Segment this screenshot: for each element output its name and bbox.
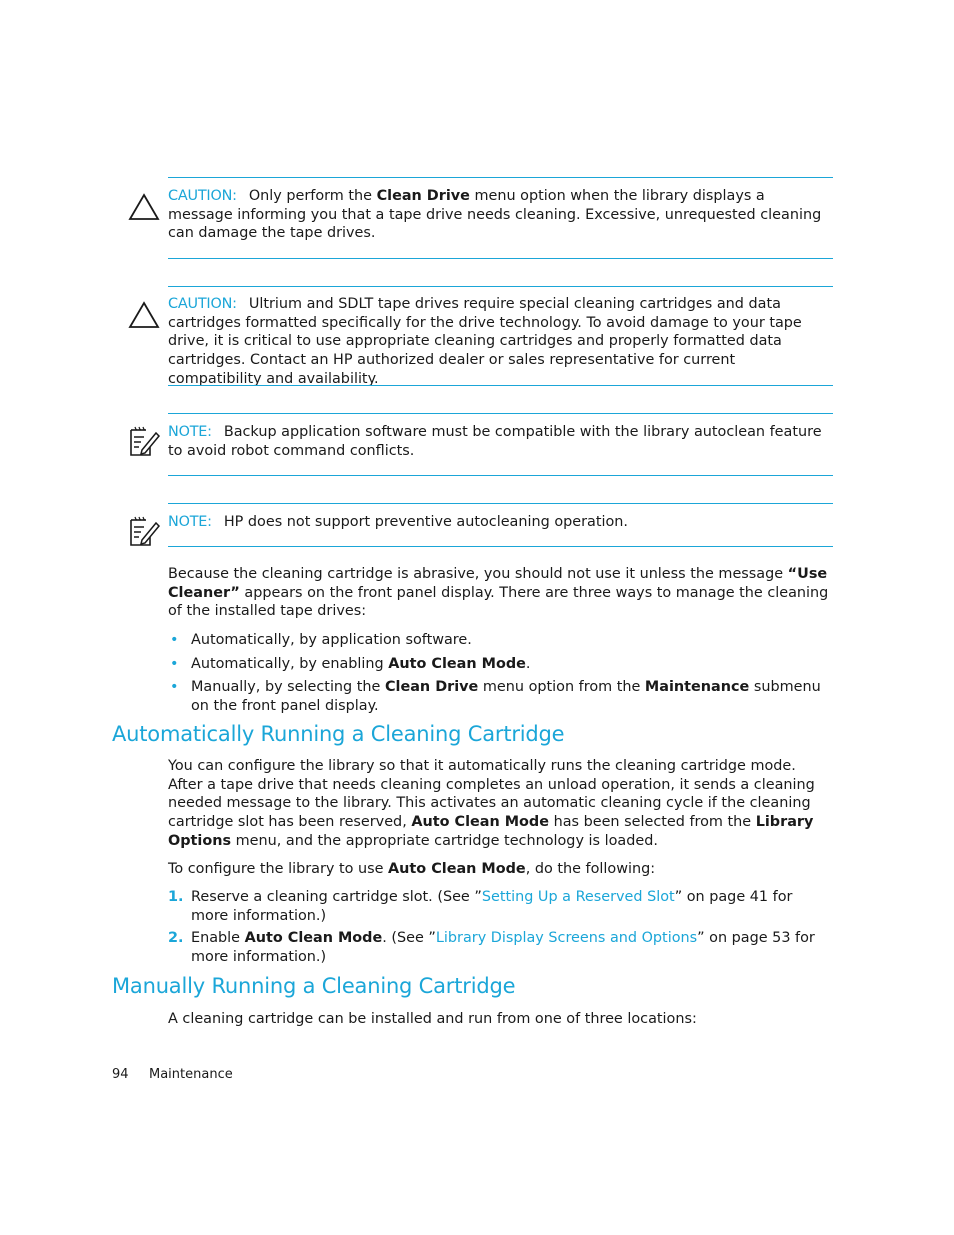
notice-top-rule	[168, 286, 833, 287]
cross-reference-link[interactable]: Library Display Screens and Options	[436, 930, 697, 946]
bold-term: Auto Clean Mode	[388, 655, 526, 672]
text-run: Automatically, by application software.	[191, 632, 472, 648]
notice-top-rule	[168, 503, 833, 504]
footer-section: Maintenance	[149, 1067, 233, 1082]
text-run: Manually, by selecting the	[191, 679, 385, 696]
configure-paragraph: To configure the library to use Auto Cle…	[168, 860, 833, 879]
text-run: HP does not support preventive autoclean…	[223, 514, 628, 530]
notice-top-rule	[168, 177, 833, 178]
text-run: has been selected from the	[549, 814, 756, 831]
notice-bottom-rule	[168, 385, 833, 386]
text-run: Ultrium and SDLT tape drives require spe…	[168, 296, 802, 387]
notice-bottom-rule	[168, 546, 833, 547]
step-item: 2. Enable Auto Clean Mode. (See ”Library …	[168, 929, 833, 966]
text-run: , do the following:	[525, 861, 656, 877]
bold-term: Clean Drive	[384, 679, 479, 696]
caution-triangle-icon	[128, 301, 160, 333]
text-run: . (See ”	[382, 930, 436, 947]
list-item: • Manually, by selecting the Clean Drive …	[168, 678, 833, 715]
intro-paragraph: Because the cleaning cartridge is abrasi…	[168, 565, 833, 621]
step-item: 1. Reserve a cleaning cartridge slot. (Se…	[168, 888, 833, 925]
notice-text: Backup application software must be comp…	[168, 424, 822, 459]
notice-bottom-rule	[168, 258, 833, 259]
manual-paragraph: A cleaning cartridge can be installed an…	[168, 1011, 697, 1027]
text-run: menu, and the appropriate cartridge tech…	[231, 832, 658, 849]
notice-text: Ultrium and SDLT tape drives require spe…	[168, 296, 802, 387]
cross-reference-link[interactable]: Setting Up a Reserved Slot	[482, 889, 675, 905]
bullet-icon: •	[170, 632, 179, 648]
cleaning-methods-list: • Automatically, by application software.…	[168, 631, 833, 721]
page-number: 94	[112, 1067, 129, 1082]
text-run: Backup application software must be comp…	[168, 424, 822, 459]
text-run: Only perform the	[248, 188, 377, 204]
text-run: Because the cleaning cartridge is abrasi…	[168, 566, 788, 582]
note-pencil-icon	[128, 515, 161, 551]
notice-text: HP does not support preventive autoclean…	[224, 514, 628, 530]
bullet-icon: •	[170, 655, 179, 672]
intro-text: Because the cleaning cartridge is abrasi…	[168, 566, 828, 619]
bold-term: Auto Clean Mode	[244, 930, 383, 947]
bullet-icon: •	[170, 679, 179, 696]
note-pencil-icon	[128, 425, 161, 461]
text-run: .	[525, 655, 531, 672]
notice-label: NOTE:	[168, 424, 212, 440]
page-footer: 94 Maintenance	[112, 1067, 233, 1082]
auto-paragraph: You can configure the library so that it…	[168, 757, 833, 851]
section-heading-auto: Automatically Running a Cleaning Cartrid…	[112, 722, 565, 746]
section-heading-manual: Manually Running a Cleaning Cartridge	[112, 974, 516, 998]
document-page: CAUTION: Only perform the Clean Drive men…	[0, 0, 954, 1235]
text-run: Enable	[191, 930, 245, 947]
text-run: Automatically, by enabling	[191, 655, 389, 672]
list-item: • Automatically, by enabling Auto Clean M…	[168, 655, 833, 674]
bold-term: Maintenance	[644, 679, 750, 696]
caution-notice-2: CAUTION: Ultrium and SDLT tape drives req…	[168, 295, 833, 389]
step-number: 1.	[168, 889, 184, 905]
text-run: To configure the library to use	[168, 861, 389, 877]
notice-bottom-rule	[168, 475, 833, 476]
note-notice-1: NOTE: Backup application software must be…	[168, 423, 833, 460]
bold-term: Auto Clean Mode	[388, 861, 526, 877]
caution-notice-1: CAUTION: Only perform the Clean Drive men…	[168, 187, 833, 243]
notice-top-rule	[168, 413, 833, 414]
notice-label: CAUTION:	[168, 296, 237, 312]
configure-steps: 1. Reserve a cleaning cartridge slot. (Se…	[168, 888, 833, 971]
text-run: Reserve a cleaning cartridge slot. (See …	[191, 889, 482, 905]
note-notice-2: NOTE: HP does not support preventive auto…	[168, 513, 833, 532]
text-run: appears on the front panel display. Ther…	[168, 584, 829, 620]
notice-label: NOTE:	[168, 514, 212, 530]
bold-term: Auto Clean Mode	[411, 814, 549, 831]
step-number: 2.	[168, 930, 184, 947]
caution-triangle-icon	[128, 193, 160, 225]
text-run: menu option from the	[478, 679, 645, 696]
bold-term: Clean Drive	[376, 188, 470, 204]
notice-text: Only perform the Clean Drive menu option…	[168, 188, 821, 241]
list-item: • Automatically, by application software.	[168, 631, 833, 650]
notice-label: CAUTION:	[168, 188, 237, 204]
